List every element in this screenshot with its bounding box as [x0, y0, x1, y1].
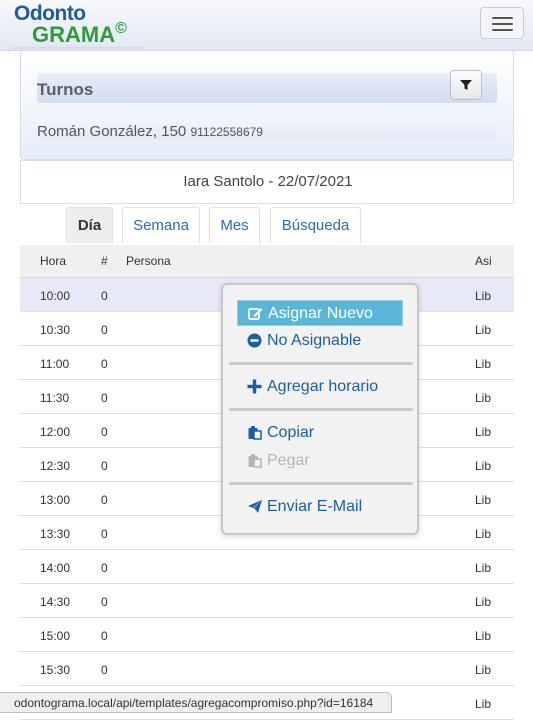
tab-mes[interactable]: Mes: [209, 207, 260, 243]
hamburger-icon: [492, 17, 513, 19]
cell-asi: Lib: [475, 391, 492, 405]
patient-name: Román González, 150: [37, 123, 187, 140]
menu-item-label: Asignar Nuevo: [268, 305, 373, 322]
cell-num: 0: [101, 493, 108, 507]
cell-num: 0: [101, 425, 108, 439]
menu-divider: [229, 408, 413, 411]
filter-button[interactable]: [450, 70, 482, 100]
view-tabs: Día Semana Mes Búsqueda: [20, 205, 514, 245]
column-header-num: #: [101, 254, 108, 268]
cell-asi: Lib: [475, 527, 492, 541]
menu-divider: [229, 482, 413, 485]
cell-asi: Lib: [475, 629, 492, 643]
hamburger-icon-bar: [492, 29, 513, 31]
menu-item-label: Agregar horario: [267, 378, 379, 395]
cell-asi: Lib: [475, 561, 492, 575]
table-row[interactable]: 14:00 0 Lib: [20, 550, 514, 584]
menu-item-send-email[interactable]: Enviar E-Mail: [237, 494, 403, 520]
cell-num: 0: [101, 459, 108, 473]
appointments-panel: Turnos Román González, 150 91122558679: [20, 50, 514, 160]
cell-asi: Lib: [475, 595, 492, 609]
tab-semana[interactable]: Semana: [122, 207, 200, 243]
menu-item-add-schedule[interactable]: Agregar horario: [237, 374, 403, 400]
cell-hora: 10:30: [40, 323, 71, 337]
cell-num: 0: [101, 323, 108, 337]
cell-num: 0: [101, 527, 108, 541]
menu-item-copy[interactable]: Copiar: [237, 420, 403, 446]
table-header: Hora # Persona Asi: [20, 245, 514, 278]
cell-asi: Lib: [475, 425, 492, 439]
cell-hora: 15:30: [40, 663, 71, 677]
doctor-date-bar: Iara Santolo - 22/07/2021: [20, 160, 514, 204]
tab-dia[interactable]: Día: [66, 207, 113, 243]
edit-icon: [248, 308, 263, 320]
copy-icon: [248, 426, 262, 440]
cell-asi: Lib: [475, 289, 492, 303]
menu-divider: [229, 362, 413, 365]
status-bar-url: odontograma.local/api/templates/agregaco…: [0, 692, 392, 713]
menu-item-label: Copiar: [267, 424, 315, 441]
cell-hora: 12:30: [40, 459, 71, 473]
plus-icon: [247, 379, 262, 394]
page-title: Turnos: [37, 80, 94, 99]
cell-asi: Lib: [475, 459, 492, 473]
logo-divider: [14, 47, 144, 49]
minus-circle-icon: [247, 333, 262, 348]
cell-num: 0: [101, 663, 108, 677]
table-row[interactable]: 14:30 0 Lib: [20, 584, 514, 618]
cell-num: 0: [101, 289, 108, 303]
menu-item-assign-new[interactable]: Asignar Nuevo: [237, 300, 403, 326]
cell-hora: 10:00: [40, 289, 71, 303]
patient-info: Román González, 150 91122558679: [37, 123, 263, 140]
cell-hora: 14:30: [40, 595, 71, 609]
cell-hora: 13:30: [40, 527, 71, 541]
top-navbar: Odonto GRAMA©: [0, 0, 533, 51]
filter-icon: [460, 80, 472, 90]
patient-phone: 91122558679: [190, 125, 263, 139]
column-header-asi: Asi: [475, 254, 492, 268]
cell-num: 0: [101, 391, 108, 405]
cell-asi: Lib: [475, 663, 492, 677]
cell-hora: 13:00: [40, 493, 71, 507]
tab-busqueda[interactable]: Búsqueda: [270, 207, 361, 243]
menu-item-label: Enviar E-Mail: [267, 498, 363, 515]
cell-hora: 14:00: [40, 561, 71, 575]
paste-icon: [248, 454, 262, 468]
menu-item-label: No Asignable: [267, 332, 362, 349]
cell-asi: Lib: [475, 323, 492, 337]
cell-hora: 12:00: [40, 425, 71, 439]
cell-asi: Lib: [475, 357, 492, 371]
menu-item-not-assignable[interactable]: No Asignable: [237, 328, 403, 354]
table-row[interactable]: 15:00 0 Lib: [20, 618, 514, 652]
menu-item-label: Pegar: [267, 452, 310, 469]
logo-text-grama-word: GRAMA: [32, 22, 116, 47]
cell-num: 0: [101, 595, 108, 609]
cell-num: 0: [101, 357, 108, 371]
hamburger-icon-bar: [492, 23, 513, 25]
logo-mark: ©: [115, 20, 127, 37]
column-header-hora: Hora: [40, 254, 67, 268]
cell-num: 0: [101, 629, 108, 643]
send-icon: [248, 500, 262, 513]
panel-title-bar: [37, 73, 497, 103]
cell-asi: Lib: [475, 697, 492, 711]
cell-hora: 11:30: [40, 391, 70, 405]
doctor-date-label: Iara Santolo - 22/07/2021: [183, 173, 353, 190]
cell-asi: Lib: [475, 493, 492, 507]
cell-num: 0: [101, 561, 108, 575]
cell-hora: 15:00: [40, 629, 71, 643]
hamburger-menu-button[interactable]: [480, 7, 524, 39]
menu-item-paste[interactable]: Pegar: [237, 448, 403, 474]
app-logo[interactable]: Odonto GRAMA©: [14, 2, 146, 48]
table-row[interactable]: 15:30 0 Lib: [20, 652, 514, 686]
logo-text-grama: GRAMA©: [32, 20, 127, 48]
context-menu: Asignar Nuevo No Asignable Agregar horar…: [221, 283, 419, 535]
column-header-persona: Persona: [126, 254, 171, 268]
cell-hora: 11:00: [40, 357, 70, 371]
